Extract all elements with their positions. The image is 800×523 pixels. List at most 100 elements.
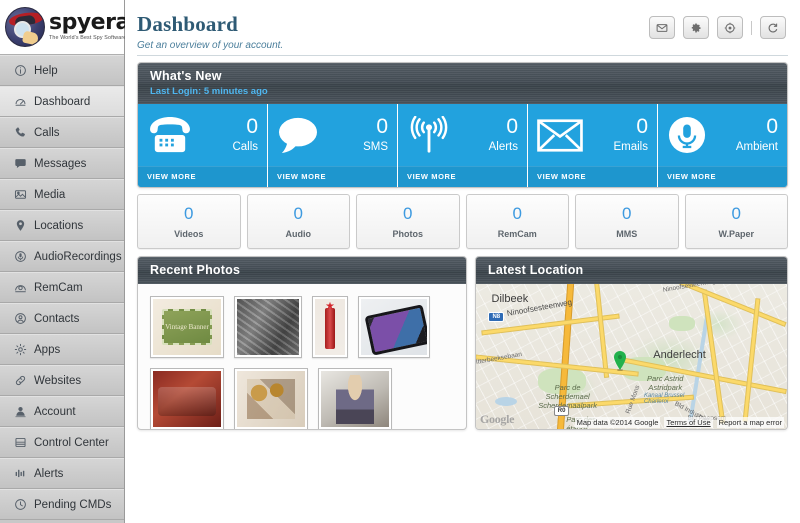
map-pond [494, 397, 517, 407]
sidebar-item-contacts[interactable]: Contacts [0, 303, 124, 334]
user-icon [14, 405, 27, 418]
sidebar-item-label: Websites [34, 374, 82, 387]
sidebar-item-remcam[interactable]: RemCam [0, 272, 124, 303]
whats-new-tile-emails[interactable]: 0 Emails VIEW MORE [528, 104, 658, 187]
view-more-link[interactable]: VIEW MORE [528, 166, 657, 187]
info-circle-icon [14, 64, 27, 77]
photo-gas-pump[interactable] [312, 296, 348, 358]
photo-sewing-tools[interactable] [234, 296, 302, 358]
refresh-icon [767, 22, 779, 34]
view-more-link[interactable]: VIEW MORE [398, 166, 527, 187]
telephone-icon [147, 116, 193, 154]
stat-tile-w-paper[interactable]: 0 W.Paper [684, 194, 788, 249]
photo-grid: Vintage Banner [138, 284, 466, 429]
refresh-button[interactable] [760, 16, 786, 39]
chat-bubble-icon [14, 157, 27, 170]
map-label-anderlecht: Anderlecht [653, 349, 706, 362]
whats-new-tile-calls[interactable]: 0 Calls VIEW MORE [138, 104, 268, 187]
latest-location-header: Latest Location [476, 257, 787, 284]
photo-leather-bag[interactable] [150, 368, 224, 429]
sidebar-item-account[interactable]: Account [0, 396, 124, 427]
tile-body: 0 Emails [528, 104, 657, 166]
sidebar-item-label: Contacts [34, 312, 80, 325]
antenna-signal-icon [407, 116, 451, 154]
stat-count: 0 [731, 203, 741, 223]
locate-button[interactable] [717, 16, 743, 39]
sidebar-item-alerts[interactable]: Alerts [0, 458, 124, 489]
settings-button[interactable] [683, 16, 709, 39]
sidebar-item-label: Dashboard [34, 95, 91, 108]
dashboard-body: What's New Last Login: 5 minutes ago 0 Ca… [125, 62, 800, 430]
location-pin-marker[interactable] [613, 350, 627, 371]
whats-new-tile-sms[interactable]: 0 SMS VIEW MORE [268, 104, 398, 187]
stat-tile-mms[interactable]: 0 MMS [575, 194, 679, 249]
tile-values: 0 SMS [363, 116, 388, 154]
stat-label: Audio [285, 228, 312, 239]
sidebar-item-pending-cmds[interactable]: Pending CMDs [0, 489, 124, 520]
sidebar-item-apps[interactable]: Apps [0, 334, 124, 365]
whats-new-tile-ambient[interactable]: 0 Ambient VIEW MORE [658, 104, 787, 187]
photo-tablet-device[interactable] [358, 296, 430, 358]
tile-label: Alerts [488, 141, 518, 154]
whats-new-tile-alerts[interactable]: 0 Alerts VIEW MORE [398, 104, 528, 187]
stat-count: 0 [512, 203, 522, 223]
view-more-link[interactable]: VIEW MORE [268, 166, 397, 187]
tile-count: 0 [506, 115, 518, 139]
sidebar-item-websites[interactable]: Websites [0, 365, 124, 396]
stat-tile-audio[interactable]: 0 Audio [246, 194, 350, 249]
location-map[interactable]: Dilbeek Ninoofsesteenweg Anderlecht Itte… [476, 284, 787, 429]
photo-thumbnail-image [315, 299, 345, 355]
sidebar-item-label: Alerts [34, 467, 64, 480]
contacts-icon [14, 312, 27, 325]
sidebar-item-control-center[interactable]: Control Center [0, 427, 124, 458]
phone-icon [14, 126, 27, 139]
sidebar-item-label: Apps [34, 343, 61, 356]
stat-tile-photos[interactable]: 0 Photos [356, 194, 460, 249]
brand-logo[interactable]: spyera The World's Best Spy Software [0, 0, 130, 55]
map-shield-r0: R0 [553, 405, 570, 416]
stat-count: 0 [184, 203, 194, 223]
photo-collage[interactable] [234, 368, 308, 429]
photo-girl-portrait[interactable] [318, 368, 392, 429]
sidebar-item-label: Pending CMDs [34, 498, 112, 511]
envelope-icon [537, 118, 583, 152]
sidebar-item-locations[interactable]: Locations [0, 210, 124, 241]
pending-command-icon [14, 498, 27, 511]
map-park-north [668, 315, 695, 331]
sidebar-item-audiorecordings[interactable]: AudioRecordings [0, 241, 124, 272]
photo-vintage-banner[interactable]: Vintage Banner [150, 296, 224, 358]
sidebar-item-media[interactable]: Media [0, 179, 124, 210]
camera-icon [14, 281, 27, 294]
tile-count: 0 [636, 115, 648, 139]
image-icon [14, 188, 27, 201]
sidebar: spyera The World's Best Spy Software Hel… [0, 0, 130, 523]
tile-label: Ambient [735, 141, 778, 154]
header-toolbar [649, 16, 786, 39]
sidebar-item-label: Locations [34, 219, 84, 232]
map-label-parc-astrid: Parc Astrid Astridpark [647, 373, 684, 392]
view-more-link[interactable]: VIEW MORE [138, 166, 267, 187]
map-terms-link[interactable]: Terms of Use [664, 417, 713, 428]
sidebar-item-label: Control Center [34, 436, 109, 449]
recent-photos-title: Recent Photos [150, 263, 241, 277]
gear-icon [690, 22, 702, 34]
stat-tile-videos[interactable]: 0 Videos [137, 194, 241, 249]
sidebar-item-help[interactable]: Help [0, 55, 124, 86]
gear-apps-icon [14, 343, 27, 356]
sidebar-item-calls[interactable]: Calls [0, 117, 124, 148]
tile-body: 0 Ambient [658, 104, 787, 166]
messages-button[interactable] [649, 16, 675, 39]
sidebar-item-messages[interactable]: Messages [0, 148, 124, 179]
map-report-link[interactable]: Report a map error [716, 417, 784, 428]
tile-count: 0 [766, 115, 778, 139]
view-more-link[interactable]: VIEW MORE [658, 166, 787, 187]
microphone-icon [667, 116, 707, 154]
tile-values: 0 Calls [232, 116, 258, 154]
stat-label: W.Paper [718, 228, 754, 239]
sidebar-item-dashboard[interactable]: Dashboard [0, 86, 124, 117]
tile-values: 0 Ambient [736, 116, 778, 154]
tile-count: 0 [246, 115, 258, 139]
dashboard-app: spyera The World's Best Spy Software Hel… [0, 0, 800, 523]
latest-location-title: Latest Location [488, 263, 584, 277]
stat-tile-remcam[interactable]: 0 RemCam [465, 194, 569, 249]
